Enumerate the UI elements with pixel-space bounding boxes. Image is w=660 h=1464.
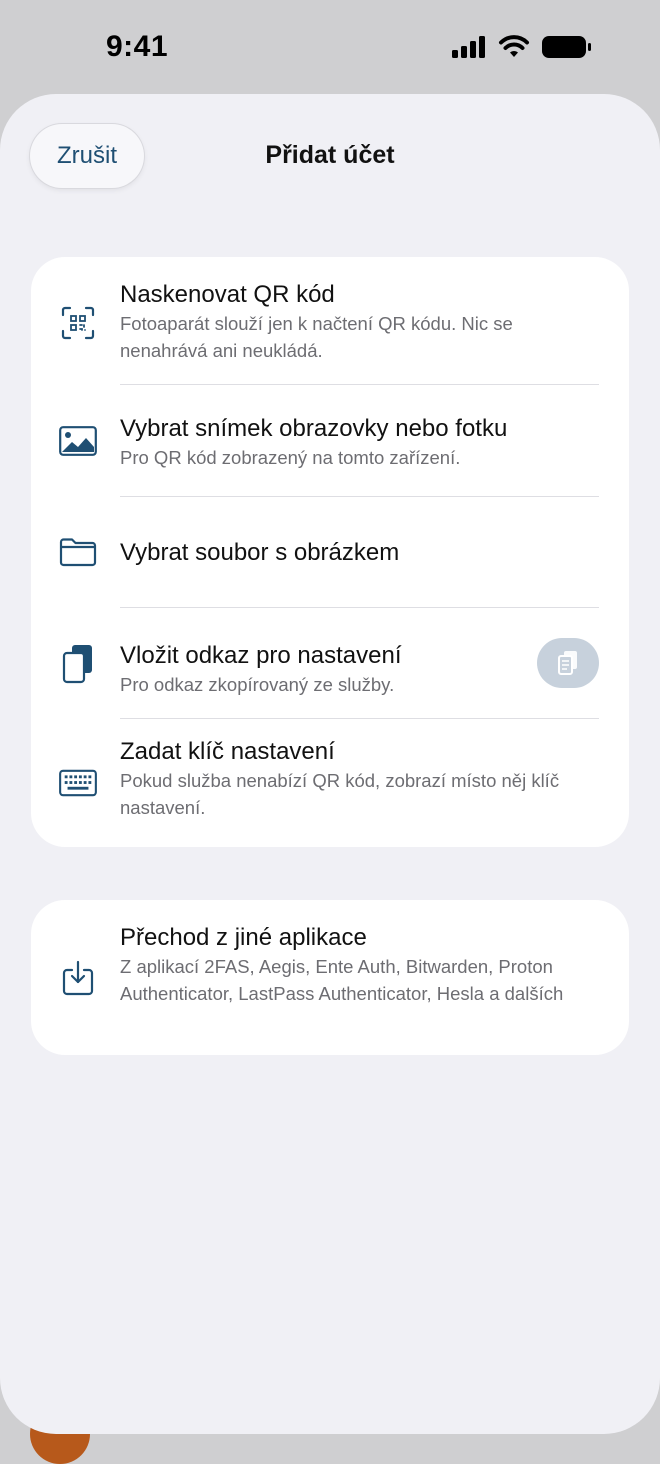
option-title: Vybrat soubor s obrázkem	[120, 539, 400, 566]
option-title: Vybrat snímek obrazovky nebo fotku	[120, 415, 508, 442]
add-options-card: Naskenovat QR kód Fotoaparát slouží jen …	[31, 257, 629, 847]
status-bar: 9:41	[0, 0, 660, 94]
battery-icon	[542, 36, 591, 58]
import-subtitle: Z aplikací 2FAS, Aegis, Ente Auth, Bitwa…	[120, 956, 564, 1004]
wifi-icon	[499, 35, 529, 57]
sheet-title: Přidat účet	[265, 141, 395, 169]
folder-icon	[59, 533, 97, 571]
import-icon	[59, 959, 97, 997]
add-account-sheet: Zrušit Přidat účet Naskenovat QR kód Fot…	[0, 94, 660, 1434]
option-title: Naskenovat QR kód	[120, 281, 335, 308]
qr-scan-icon	[59, 304, 97, 342]
option-select-file[interactable]: Vybrat soubor s obrázkem	[31, 497, 629, 607]
option-subtitle: Fotoaparát slouží jen k načtení QR kódu.…	[120, 313, 513, 361]
clipboard-icon	[558, 651, 577, 675]
option-subtitle: Pro odkaz zkopírovaný ze služby.	[120, 674, 395, 695]
option-title: Vložit odkaz pro nastavení	[120, 642, 402, 669]
status-time: 9:41	[106, 30, 169, 63]
option-subtitle: Pro QR kód zobrazený na tomto zařízení.	[120, 447, 461, 468]
option-title: Zadat klíč nastavení	[120, 738, 335, 765]
option-paste-link[interactable]: Vložit odkaz pro nastavení Pro odkaz zko…	[31, 608, 629, 718]
option-subtitle: Pokud služba nenabízí QR kód, zobrazí mí…	[120, 770, 560, 818]
option-scan-qr[interactable]: Naskenovat QR kód Fotoaparát slouží jen …	[31, 257, 629, 385]
status-icons	[452, 35, 592, 59]
cellular-signal-icon	[452, 36, 485, 58]
paste-link-icon	[59, 645, 97, 684]
import-card[interactable]: Přechod z jiné aplikace Z aplikací 2FAS,…	[31, 900, 629, 1055]
option-enter-key[interactable]: Zadat klíč nastavení Pokud služba nenabí…	[31, 719, 629, 847]
keyboard-icon	[59, 764, 97, 802]
import-title: Přechod z jiné aplikace	[120, 924, 367, 951]
option-select-photo[interactable]: Vybrat snímek obrazovky nebo fotku Pro Q…	[31, 385, 629, 496]
paste-button[interactable]	[537, 638, 599, 688]
photo-icon	[59, 422, 97, 460]
